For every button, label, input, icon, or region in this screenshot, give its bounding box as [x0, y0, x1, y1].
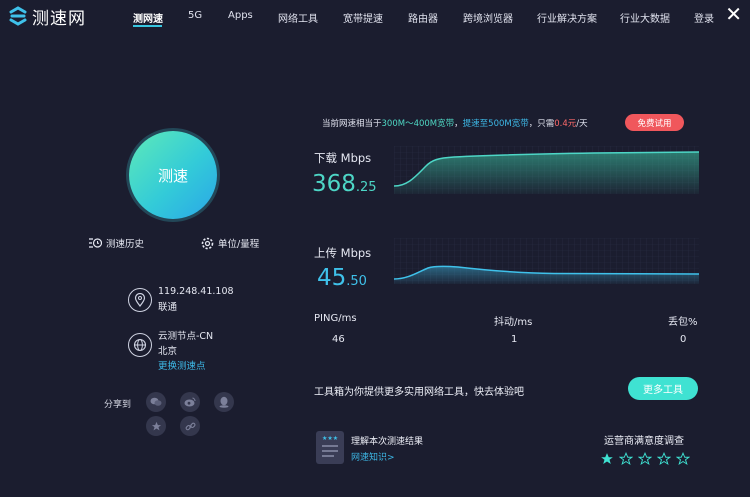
nav-item-router[interactable]: 路由器	[408, 10, 438, 25]
star-icon[interactable]	[676, 452, 690, 466]
free-trial-button[interactable]: 免费试用	[625, 114, 684, 131]
weibo-icon[interactable]	[180, 392, 200, 412]
loss-label: 丢包%	[668, 317, 698, 328]
qq-icon[interactable]	[214, 392, 234, 412]
start-test-button[interactable]: 测速	[129, 131, 217, 219]
location-pin-icon	[128, 288, 152, 312]
wechat-icon[interactable]	[146, 392, 166, 412]
promo-text: 当前网速相当于300M～400M宽带，提速至500M宽带，只需0.4元/天	[322, 117, 588, 129]
history-icon	[89, 238, 102, 248]
node-city: 北京	[158, 346, 178, 357]
ping-value: 46	[332, 334, 345, 345]
gear-icon	[201, 237, 214, 249]
promo-upgrade[interactable]: 提速至500M宽带	[463, 119, 529, 129]
ping-label: PING/ms	[314, 313, 357, 324]
upload-int: 45	[317, 265, 347, 291]
loss-value: 0	[680, 334, 687, 345]
history-link[interactable]: 测速历史	[88, 236, 144, 250]
toolbox-text: 工具箱为你提供更多实用网络工具，快去体验吧	[314, 387, 524, 398]
nav-item-speedtest[interactable]: 测网速	[133, 10, 163, 25]
speed-knowledge-link[interactable]: 网速知识>	[351, 450, 395, 463]
ip-info: 119.248.41.108 联通	[158, 285, 234, 315]
nav-item-5g[interactable]: 5G	[188, 10, 202, 21]
change-node-link[interactable]: 更换测速点	[158, 360, 213, 374]
document-icon: ★★★	[316, 431, 344, 464]
survey-title: 运营商满意度调查	[604, 436, 684, 447]
download-dec: .25	[355, 180, 377, 195]
star-icon[interactable]	[600, 452, 614, 466]
node-info: 云测节点-CN 北京 更换测速点	[158, 330, 213, 374]
star-icon[interactable]	[638, 452, 652, 466]
qzone-star-icon[interactable]	[146, 416, 166, 436]
svg-text:★★★: ★★★	[322, 435, 338, 442]
nav-item-industry-data[interactable]: 行业大数据	[620, 10, 670, 25]
understand-result-title: 理解本次测速结果	[351, 437, 424, 447]
upload-value: 45.50	[317, 266, 367, 294]
nav-item-broadband[interactable]: 宽带提速	[343, 10, 383, 25]
login-link[interactable]: 登录	[694, 10, 714, 25]
promo-comma: ，	[454, 119, 463, 129]
upload-graph	[394, 238, 699, 284]
star-icon[interactable]	[657, 452, 671, 466]
download-label: 下载 Mbps	[314, 151, 372, 165]
top-nav: 测网速 5G Apps 网络工具 宽带提速 路由器 跨境浏览器 行业解决方案 行…	[0, 0, 750, 32]
promo-range: 300M～400M宽带	[381, 119, 455, 129]
copy-link-icon[interactable]	[180, 416, 200, 436]
nav-item-cross-border-browser[interactable]: 跨境浏览器	[463, 10, 513, 25]
nav-active-underline	[133, 25, 162, 27]
nav-item-network-tools[interactable]: 网络工具	[278, 10, 318, 25]
ip-address: 119.248.41.108	[158, 286, 234, 297]
promo-price: 0.4元	[554, 119, 577, 129]
units-label: 单位/量程	[218, 239, 260, 250]
share-label: 分享到	[104, 400, 132, 410]
star-icon[interactable]	[619, 452, 633, 466]
globe-icon	[128, 333, 152, 357]
download-graph	[394, 146, 699, 194]
download-int: 368	[312, 171, 356, 197]
more-tools-button[interactable]: 更多工具	[628, 377, 698, 400]
promo-prefix: 当前网速相当于	[322, 119, 382, 129]
promo-per-day: /天	[576, 119, 588, 129]
upload-label: 上传 Mbps	[314, 246, 372, 260]
promo-only: ，只需	[528, 119, 555, 129]
history-label: 测速历史	[106, 239, 145, 250]
jitter-label: 抖动/ms	[494, 317, 533, 328]
node-name: 云测节点-CN	[158, 331, 214, 342]
rating-stars	[600, 452, 690, 466]
nav-item-apps[interactable]: Apps	[228, 10, 253, 21]
units-link[interactable]: 单位/量程	[201, 236, 259, 250]
upload-dec: .50	[346, 274, 367, 289]
jitter-value: 1	[511, 334, 518, 345]
download-value: 368.25	[312, 172, 377, 200]
close-icon[interactable]: ✕	[725, 4, 742, 24]
nav-item-industry-solutions[interactable]: 行业解决方案	[537, 10, 597, 25]
isp-name: 联通	[158, 302, 178, 313]
